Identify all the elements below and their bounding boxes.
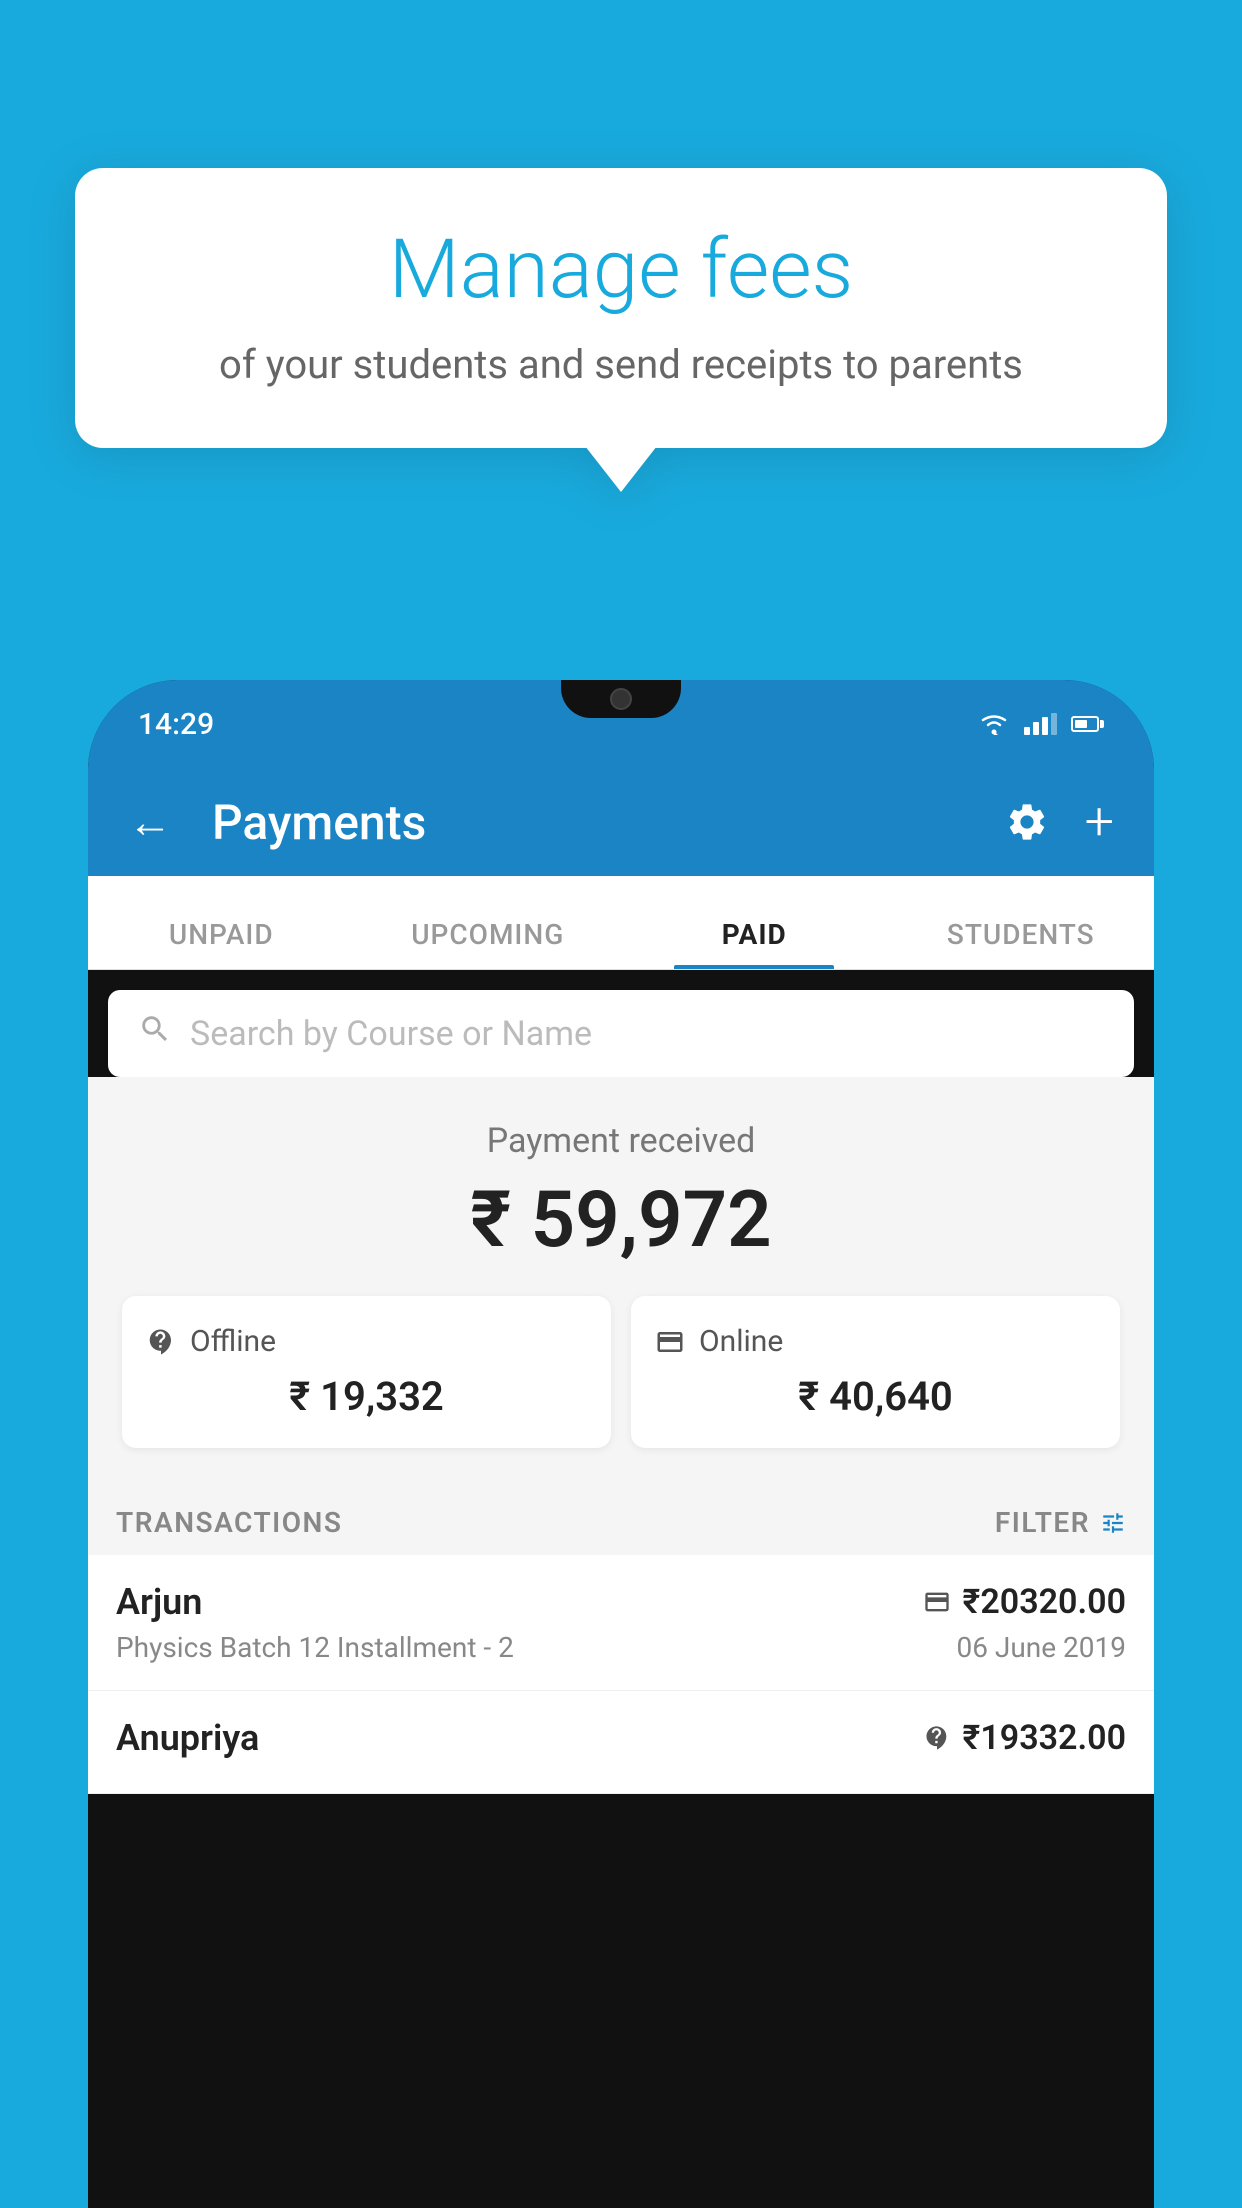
online-card-header: Online — [655, 1324, 1096, 1359]
tab-unpaid[interactable]: UNPAID — [88, 918, 355, 969]
header-icons: + — [1005, 796, 1114, 848]
filter-label: FILTER — [995, 1506, 1090, 1539]
tab-upcoming[interactable]: UPCOMING — [355, 918, 622, 969]
offline-transaction-icon — [923, 1724, 951, 1752]
app-header: ← Payments + — [88, 768, 1154, 876]
offline-card-amount: ₹ 19,332 — [146, 1373, 587, 1420]
table-row[interactable]: Anupriya ₹19332.00 — [88, 1691, 1154, 1794]
tabs-bar: UNPAID UPCOMING PAID STUDENTS — [88, 876, 1154, 970]
battery-icon — [1071, 716, 1104, 732]
page-title: Payments — [212, 794, 975, 851]
payment-total-amount: ₹ 59,972 — [118, 1175, 1124, 1266]
phone-notch — [561, 680, 681, 718]
transactions-header: TRANSACTIONS FILTER — [88, 1478, 1154, 1555]
front-camera — [610, 688, 632, 710]
tab-students[interactable]: STUDENTS — [888, 918, 1155, 969]
bubble-subtitle: of your students and send receipts to pa… — [135, 341, 1107, 388]
transaction-name: Anupriya — [116, 1717, 259, 1759]
offline-payment-card: Offline ₹ 19,332 — [122, 1296, 611, 1448]
transaction-date: 06 June 2019 — [956, 1631, 1126, 1664]
screen-content: Search by Course or Name Payment receive… — [88, 970, 1154, 2208]
phone-inner: 14:29 — [88, 680, 1154, 2208]
status-bar: 14:29 — [88, 680, 1154, 768]
payment-summary: Payment received ₹ 59,972 Offline ₹ 19,3… — [88, 1077, 1154, 1478]
payment-received-label: Payment received — [118, 1121, 1124, 1161]
transaction-amount-wrapper: ₹20320.00 — [923, 1582, 1126, 1622]
tab-paid[interactable]: PAID — [621, 918, 888, 969]
signal-icon — [1024, 713, 1057, 735]
online-payment-card: Online ₹ 40,640 — [631, 1296, 1120, 1448]
search-bar[interactable]: Search by Course or Name — [108, 990, 1134, 1077]
settings-icon[interactable] — [1005, 800, 1049, 844]
status-icons — [978, 711, 1104, 737]
payment-cards: Offline ₹ 19,332 Online ₹ 40,640 — [122, 1296, 1120, 1448]
transactions-list: Arjun ₹20320.00 Physics Batch 12 Install… — [88, 1555, 1154, 1794]
filter-button[interactable]: FILTER — [995, 1506, 1126, 1539]
back-button[interactable]: ← — [128, 796, 172, 848]
wifi-icon — [978, 711, 1010, 737]
online-payment-icon — [655, 1327, 685, 1357]
status-time: 14:29 — [138, 707, 214, 742]
transactions-label: TRANSACTIONS — [116, 1506, 342, 1539]
table-row[interactable]: Arjun ₹20320.00 Physics Batch 12 Install… — [88, 1555, 1154, 1691]
transaction-name: Arjun — [116, 1581, 202, 1623]
bubble-title: Manage fees — [135, 223, 1107, 317]
offline-card-header: Offline — [146, 1324, 587, 1359]
transaction-amount-wrapper: ₹19332.00 — [923, 1718, 1126, 1758]
filter-icon — [1100, 1510, 1126, 1536]
transaction-course: Physics Batch 12 Installment - 2 — [116, 1631, 514, 1664]
search-icon — [138, 1012, 172, 1055]
online-transaction-icon — [923, 1588, 951, 1616]
search-placeholder: Search by Course or Name — [190, 1014, 592, 1054]
add-button[interactable]: + — [1085, 796, 1114, 848]
online-card-type: Online — [699, 1324, 783, 1359]
transaction-amount: ₹20320.00 — [963, 1582, 1126, 1622]
speech-bubble-card: Manage fees of your students and send re… — [75, 168, 1167, 448]
phone-frame: 14:29 — [88, 680, 1154, 2208]
offline-payment-icon — [146, 1327, 176, 1357]
online-card-amount: ₹ 40,640 — [655, 1373, 1096, 1420]
transaction-amount: ₹19332.00 — [963, 1718, 1126, 1758]
offline-card-type: Offline — [190, 1324, 276, 1359]
